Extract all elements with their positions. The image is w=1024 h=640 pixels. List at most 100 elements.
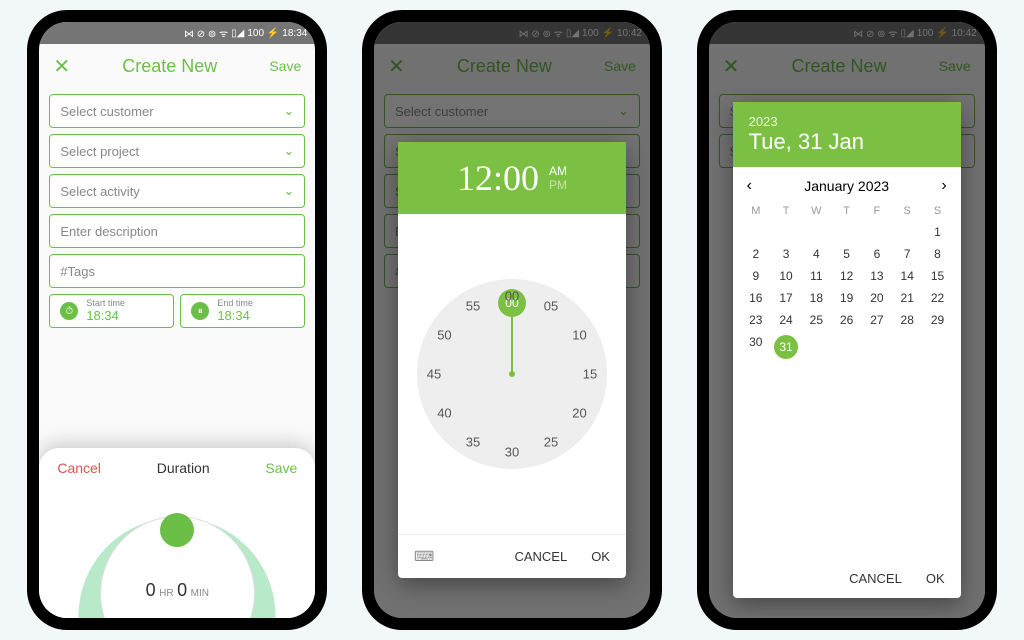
calendar-day <box>801 335 831 359</box>
duration-dial[interactable]: 0 HR 0 MIN <box>39 488 315 618</box>
ok-button[interactable]: OK <box>926 571 945 586</box>
month-label[interactable]: January 2023 <box>804 178 889 194</box>
dial-knob[interactable] <box>160 513 194 547</box>
screen: ⋈ ⊘ ⊚ ᯤ ▯◢ 100 ⚡ 18:34 ✕ Create New Save… <box>39 22 315 618</box>
calendar-day[interactable]: 24 <box>771 313 801 327</box>
close-icon[interactable]: ✕ <box>53 54 70 79</box>
phone-calendar: ⋈ ⊘ ⊚ ᯤ ▯◢ 100 ⚡ 10:42 ✕ Create New Save… <box>697 10 997 630</box>
select-customer[interactable]: Select customer⌄ <box>49 94 305 128</box>
calendar-footer: CANCEL OK <box>733 558 961 598</box>
am-toggle[interactable]: AM <box>549 164 567 178</box>
calendar-day[interactable]: 12 <box>831 269 861 283</box>
clock-face[interactable]: 00 000510152025303540455055 <box>398 214 626 534</box>
calendar-day[interactable]: 20 <box>862 291 892 305</box>
calendar-day <box>862 225 892 239</box>
calendar-day[interactable]: 1 <box>922 225 952 239</box>
app-bar: ✕ Create New Save <box>39 44 315 88</box>
clock-number[interactable]: 15 <box>578 367 602 382</box>
ok-button[interactable]: OK <box>591 549 610 564</box>
pm-toggle[interactable]: PM <box>549 178 567 192</box>
prev-month-icon[interactable]: ‹ <box>747 177 752 195</box>
start-time-field[interactable]: ⏱ Start time18:34 <box>49 294 174 328</box>
calendar-day[interactable]: 19 <box>831 291 861 305</box>
tags-field[interactable]: #Tags <box>49 254 305 288</box>
chevron-down-icon: ⌄ <box>283 143 294 159</box>
status-clock: 18:34 <box>282 28 307 39</box>
calendar-day <box>801 225 831 239</box>
save-button[interactable]: Save <box>269 58 301 74</box>
dow-header: W <box>801 205 831 217</box>
duration-sheet: Cancel Duration Save 0 HR 0 MIN <box>39 448 315 618</box>
clock-number[interactable]: 40 <box>432 406 456 421</box>
clock-number[interactable]: 50 <box>432 328 456 343</box>
page-title: Create New <box>122 56 217 77</box>
calendar-day[interactable]: 27 <box>862 313 892 327</box>
duration-readout: 0 HR 0 MIN <box>146 580 209 601</box>
status-icons: ⋈ ⊘ ⊚ ᯤ <box>184 26 228 40</box>
calendar-day[interactable]: 5 <box>831 247 861 261</box>
dow-header: S <box>892 205 922 217</box>
clock-icon: ⏸ <box>191 302 209 320</box>
calendar-day[interactable]: 26 <box>831 313 861 327</box>
clock-number[interactable]: 05 <box>539 299 563 314</box>
calendar-day[interactable]: 22 <box>922 291 952 305</box>
clock-number[interactable]: 10 <box>568 328 592 343</box>
year-label[interactable]: 2023 <box>749 114 945 129</box>
clock-number[interactable]: 00 <box>500 289 524 304</box>
calendar-day[interactable]: 15 <box>922 269 952 283</box>
calendar-day[interactable]: 18 <box>801 291 831 305</box>
dow-header: T <box>831 205 861 217</box>
time-footer: ⌨ CANCEL OK <box>398 534 626 578</box>
calendar-day[interactable]: 29 <box>922 313 952 327</box>
dow-header: F <box>862 205 892 217</box>
end-time-field[interactable]: ⏸ End time18:34 <box>180 294 305 328</box>
select-project[interactable]: Select project⌄ <box>49 134 305 168</box>
calendar-day[interactable]: 23 <box>741 313 771 327</box>
calendar-day[interactable]: 2 <box>741 247 771 261</box>
select-activity[interactable]: Select activity⌄ <box>49 174 305 208</box>
chevron-down-icon: ⌄ <box>283 183 294 199</box>
calendar-day[interactable]: 16 <box>741 291 771 305</box>
description-field[interactable]: Enter description <box>49 214 305 248</box>
clock-number[interactable]: 30 <box>500 445 524 460</box>
calendar-day[interactable]: 30 <box>741 335 771 359</box>
calendar-day[interactable]: 4 <box>801 247 831 261</box>
calendar-day <box>922 335 952 359</box>
time-header: 12:00 AM PM <box>398 142 626 214</box>
dow-header: S <box>922 205 952 217</box>
clock-number[interactable]: 45 <box>422 367 446 382</box>
calendar-grid: MTWTFSS123456789101112131415161718192021… <box>733 205 961 359</box>
clock-number[interactable]: 20 <box>568 406 592 421</box>
calendar-day[interactable]: 13 <box>862 269 892 283</box>
calendar-day[interactable]: 7 <box>892 247 922 261</box>
chevron-down-icon: ⌄ <box>283 103 294 119</box>
clock-number[interactable]: 35 <box>461 434 485 449</box>
calendar-day[interactable]: 10 <box>771 269 801 283</box>
calendar-day[interactable]: 21 <box>892 291 922 305</box>
calendar-day[interactable]: 17 <box>771 291 801 305</box>
sheet-title: Duration <box>157 460 210 476</box>
cancel-button[interactable]: Cancel <box>57 460 101 476</box>
calendar-day[interactable]: 3 <box>771 247 801 261</box>
save-button[interactable]: Save <box>265 460 297 476</box>
calendar-day[interactable]: 9 <box>741 269 771 283</box>
calendar-day[interactable]: 25 <box>801 313 831 327</box>
keyboard-icon[interactable]: ⌨ <box>414 548 434 565</box>
time-display[interactable]: 12:00 <box>457 157 539 199</box>
clock-number[interactable]: 55 <box>461 299 485 314</box>
cancel-button[interactable]: CANCEL <box>514 549 567 564</box>
status-battery: 100 ⚡ <box>247 28 279 39</box>
phone-duration: ⋈ ⊘ ⊚ ᯤ ▯◢ 100 ⚡ 18:34 ✕ Create New Save… <box>27 10 327 630</box>
calendar-day[interactable]: 14 <box>892 269 922 283</box>
status-bar: ⋈ ⊘ ⊚ ᯤ ▯◢ 100 ⚡ 18:34 <box>39 22 315 44</box>
calendar-day[interactable]: 6 <box>862 247 892 261</box>
calendar-day[interactable]: 28 <box>892 313 922 327</box>
calendar-day <box>831 335 861 359</box>
time-picker: 12:00 AM PM 00 000510152025303540455055 … <box>398 142 626 578</box>
clock-number[interactable]: 25 <box>539 434 563 449</box>
calendar-day[interactable]: 31 <box>771 335 801 359</box>
calendar-day[interactable]: 8 <box>922 247 952 261</box>
next-month-icon[interactable]: › <box>941 177 946 195</box>
calendar-day[interactable]: 11 <box>801 269 831 283</box>
cancel-button[interactable]: CANCEL <box>849 571 902 586</box>
